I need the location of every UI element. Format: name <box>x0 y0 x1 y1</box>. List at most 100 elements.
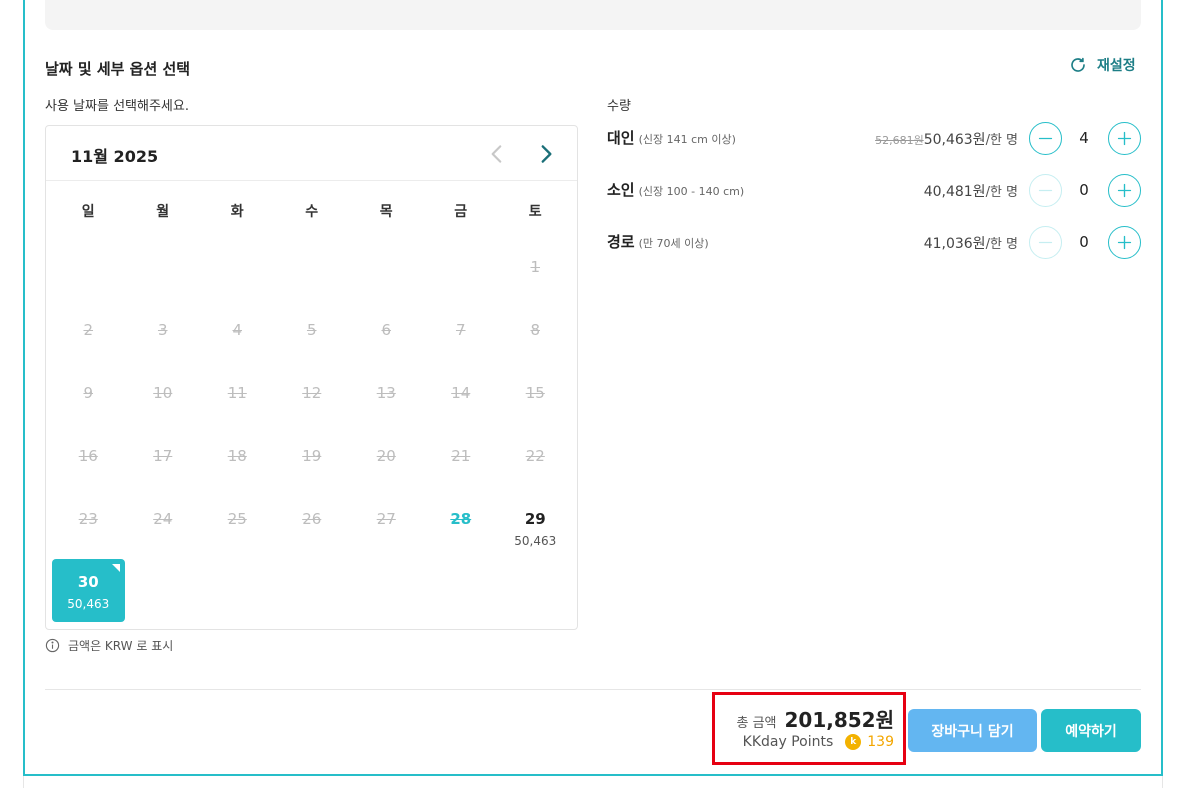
ticket-price: 41,036원/한 명 <box>924 233 1018 253</box>
minus-icon <box>1038 189 1053 192</box>
current-price: 41,036원 <box>923 236 986 252</box>
ticket-type-name: 경로 (만 70세 이상) <box>607 231 709 252</box>
total-line: 총 금액 201,852원 <box>736 704 894 733</box>
calendar-day: 24 <box>126 496 201 559</box>
calendar-day: 22 <box>498 433 573 496</box>
calendar-day-number: 24 <box>153 510 173 528</box>
calendar-day: 27 <box>349 496 424 559</box>
quantity-row: 소인 (신장 100 - 140 cm) 40,481원/한 명 0 <box>607 174 1141 208</box>
minus-icon <box>1038 137 1053 140</box>
calendar-day-number: 10 <box>153 384 173 402</box>
increase-button[interactable] <box>1108 174 1141 207</box>
decrease-button[interactable] <box>1029 226 1062 259</box>
calendar-day: 8 <box>498 307 573 370</box>
calendar-day-number: 15 <box>525 384 545 402</box>
weekday-label: 화 <box>230 204 244 220</box>
ticket-type-name: 대인 (신장 141 cm 이상) <box>607 127 736 148</box>
calendar-day[interactable]: 29 50,463 <box>498 496 573 559</box>
add-to-cart-button[interactable]: 장바구니 담기 <box>908 709 1037 752</box>
calendar-day-number: 7 <box>455 321 466 339</box>
calendar-day: 13 <box>349 370 424 433</box>
currency-note-text: 금액은 KRW 로 표시 <box>68 639 174 653</box>
current-price: 40,481원 <box>923 184 986 200</box>
book-button[interactable]: 예약하기 <box>1041 709 1141 752</box>
calendar-day-number: 25 <box>227 510 247 528</box>
section-title: 날짜 및 세부 옵션 선택 <box>45 60 191 78</box>
k-coin-icon: k <box>845 734 862 750</box>
calendar-day-number: 19 <box>302 447 322 465</box>
chevron-right-icon[interactable] <box>533 141 559 167</box>
weekday-label: 수 <box>305 204 319 220</box>
increase-button[interactable] <box>1108 226 1141 259</box>
calendar-day-number: 21 <box>451 447 471 465</box>
refresh-icon <box>1069 56 1087 74</box>
quantity-row: 대인 (신장 141 cm 이상) 52,681원50,463원/한 명 4 <box>607 122 1141 156</box>
calendar-day: 11 <box>200 370 275 433</box>
ticket-condition: (신장 100 - 140 cm) <box>638 185 745 198</box>
decrease-button[interactable] <box>1029 174 1062 207</box>
calendar-day-number: 2 <box>83 321 94 339</box>
weekday-label: 토 <box>528 204 542 220</box>
calendar-day-number: 3 <box>157 321 168 339</box>
total-label: 총 금액 <box>736 716 777 731</box>
info-icon <box>45 638 60 653</box>
calendar-day: 5 <box>275 307 350 370</box>
calendar-day: 14 <box>424 370 499 433</box>
calendar-days: 1 2 3 4 5 6 7 8 9 10 11 12 13 14 15 16 17 18 19 20 21 22 23 24 2… <box>51 244 573 622</box>
calendar-day-number: 18 <box>227 447 247 465</box>
page-bottom-edge <box>23 776 1163 788</box>
ticket-condition: (만 70세 이상) <box>638 237 709 250</box>
calendar-day: 7 <box>424 307 499 370</box>
calendar-day: 25 <box>200 496 275 559</box>
calendar-day-number: 11 <box>227 384 247 402</box>
calendar-day-number: 23 <box>78 510 98 528</box>
increase-button[interactable] <box>1108 122 1141 155</box>
calendar-day: 19 <box>275 433 350 496</box>
calendar-day[interactable]: 30 50,463 <box>52 559 125 622</box>
calendar-day-number: 4 <box>232 321 243 339</box>
ticket-price: 40,481원/한 명 <box>924 181 1018 201</box>
points-value: 139 <box>867 734 894 750</box>
calendar-day-number: 29 <box>524 510 546 528</box>
calendar-day: 26 <box>275 496 350 559</box>
calendar-day-number: 13 <box>376 384 396 402</box>
calendar-month-label: 11월 2025 <box>71 147 159 166</box>
calendar: 11월 2025 일 월 화 수 목 금 토 1 2 3 4 5 6 7 8 9 10 11 12 13… <box>45 125 578 630</box>
calendar-day-number: 6 <box>381 321 392 339</box>
date-prompt: 사용 날짜를 선택해주세요. <box>45 99 189 114</box>
plus-icon <box>1117 183 1132 198</box>
calendar-day-number: 30 <box>77 573 99 591</box>
ticket-type-label: 대인 <box>607 129 635 147</box>
points-line: KKday Points k 139 <box>743 734 894 750</box>
points-label: KKday Points <box>742 734 834 750</box>
calendar-header: 11월 2025 <box>46 126 577 181</box>
calendar-day-number: 27 <box>376 510 396 528</box>
calendar-day: 1 <box>498 244 573 307</box>
calendar-day-number: 28 <box>450 510 472 528</box>
current-price: 50,463원 <box>923 132 986 148</box>
calendar-day: 23 <box>51 496 126 559</box>
original-price: 52,681원 <box>875 134 924 147</box>
plus-icon <box>1117 131 1132 146</box>
reset-button[interactable]: 재설정 <box>1069 55 1136 75</box>
price-unit: /한 명 <box>985 185 1018 200</box>
weekday-label: 금 <box>454 204 468 220</box>
decrease-button[interactable] <box>1029 122 1062 155</box>
plus-icon <box>1117 235 1132 250</box>
calendar-day-number: 22 <box>525 447 545 465</box>
chevron-left-icon[interactable] <box>484 141 510 167</box>
calendar-day-number: 16 <box>78 447 98 465</box>
quantity-value: 0 <box>1079 181 1089 199</box>
weekday-label: 일 <box>81 204 95 220</box>
ticket-type-name: 소인 (신장 100 - 140 cm) <box>607 179 744 200</box>
ticket-type-label: 소인 <box>607 181 635 199</box>
ticket-condition: (신장 141 cm 이상) <box>638 133 736 146</box>
quantity-value: 4 <box>1079 129 1089 147</box>
total-amount: 201,852원 <box>784 708 895 732</box>
minus-icon <box>1038 241 1053 244</box>
calendar-day-price: 50,463 <box>514 534 557 548</box>
quantity-label: 수량 <box>607 99 631 114</box>
calendar-day-number: 26 <box>302 510 322 528</box>
weekday-label: 월 <box>156 204 170 220</box>
ticket-type-label: 경로 <box>607 233 635 251</box>
